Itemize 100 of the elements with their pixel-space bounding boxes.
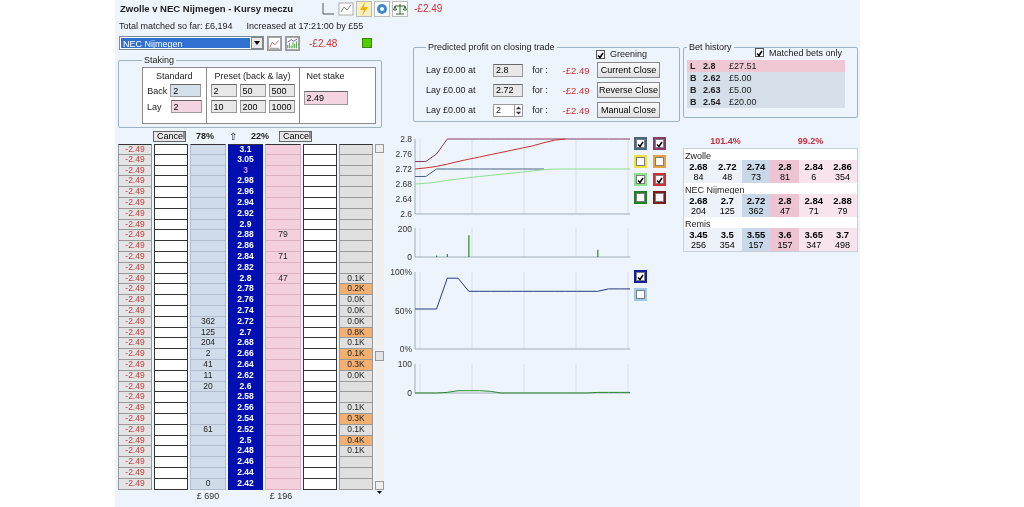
order-cell[interactable] <box>154 262 188 274</box>
odds-button[interactable]: 3.5 354 <box>712 228 742 251</box>
order-cell[interactable] <box>154 176 188 188</box>
odds-button[interactable]: 2.72 362 <box>741 194 771 217</box>
order-cell[interactable] <box>154 381 188 393</box>
order-cell[interactable] <box>154 305 188 317</box>
back-cell[interactable] <box>190 165 226 177</box>
bet-row[interactable]: B 2.54 £20.00 <box>687 96 845 108</box>
back-cell[interactable] <box>190 392 226 404</box>
back-cell[interactable] <box>190 187 226 198</box>
close-button[interactable]: Current Close <box>597 62 660 78</box>
lay-cell[interactable] <box>265 446 301 458</box>
order-cell[interactable] <box>303 370 337 382</box>
back-cell[interactable] <box>190 435 226 447</box>
back-cell[interactable]: 204 <box>190 338 226 350</box>
order-cell[interactable] <box>303 446 337 458</box>
lay-cell[interactable] <box>265 305 301 317</box>
back-cell[interactable] <box>190 446 226 458</box>
odds-button[interactable]: 2.8 81 <box>770 160 800 183</box>
preset-field[interactable]: 2 <box>210 84 237 97</box>
odds-button[interactable]: 3.6 157 <box>770 228 800 251</box>
order-cell[interactable] <box>154 467 188 479</box>
order-cell[interactable] <box>154 435 188 447</box>
series-toggle[interactable] <box>653 191 666 204</box>
settings-icon[interactable] <box>374 0 390 17</box>
back-cell[interactable] <box>190 273 226 285</box>
lay-cell[interactable] <box>265 187 301 198</box>
lay-cell[interactable] <box>265 403 301 414</box>
odds-button[interactable]: 2.86 354 <box>828 160 857 183</box>
order-cell[interactable] <box>303 316 337 328</box>
order-cell[interactable] <box>303 144 337 155</box>
order-cell[interactable] <box>154 208 188 220</box>
lay-cell[interactable] <box>265 370 301 382</box>
preset-field[interactable]: 1000 <box>268 100 295 113</box>
scales-icon[interactable] <box>392 0 408 17</box>
lay-cell[interactable] <box>265 457 301 468</box>
odds-button[interactable]: 2.7 125 <box>712 194 742 217</box>
back-cell[interactable] <box>190 413 226 425</box>
order-cell[interactable] <box>303 435 337 447</box>
order-cell[interactable] <box>154 295 188 306</box>
back-cell[interactable] <box>190 144 226 155</box>
close-button[interactable]: Manual Close <box>597 102 660 118</box>
lay-cell[interactable] <box>265 316 301 328</box>
order-cell[interactable] <box>303 241 337 252</box>
back-cell[interactable]: 2 <box>190 349 226 360</box>
series-toggle[interactable] <box>634 288 647 301</box>
lay-cell[interactable] <box>265 413 301 425</box>
series-toggle[interactable] <box>653 173 666 186</box>
back-stake-field[interactable]: 2 <box>170 84 202 97</box>
odds-button[interactable]: 3.45 256 <box>684 228 713 251</box>
order-cell[interactable] <box>303 273 337 285</box>
lay-cell[interactable] <box>265 262 301 274</box>
order-cell[interactable] <box>303 338 337 350</box>
preset-field[interactable]: 500 <box>268 84 295 97</box>
order-cell[interactable] <box>303 392 337 404</box>
bet-row[interactable]: B 2.63 £5.00 <box>687 84 845 96</box>
order-cell[interactable] <box>303 251 337 263</box>
back-cell[interactable]: 61 <box>190 424 226 436</box>
order-cell[interactable] <box>303 230 337 242</box>
price-field[interactable]: 2.8 <box>493 63 523 77</box>
lay-cell[interactable] <box>265 208 301 220</box>
order-cell[interactable] <box>154 478 188 490</box>
lay-cell[interactable] <box>265 219 301 231</box>
order-cell[interactable] <box>154 370 188 382</box>
lay-cell[interactable] <box>265 176 301 188</box>
order-cell[interactable] <box>303 349 337 360</box>
order-cell[interactable] <box>154 144 188 155</box>
order-cell[interactable] <box>154 198 188 209</box>
order-cell[interactable] <box>154 284 188 296</box>
lay-cell[interactable] <box>265 349 301 360</box>
series-toggle[interactable] <box>634 270 647 283</box>
back-cell[interactable] <box>190 241 226 252</box>
order-cell[interactable] <box>154 446 188 458</box>
back-cell[interactable] <box>190 230 226 242</box>
order-cell[interactable] <box>154 251 188 263</box>
series-toggle[interactable] <box>634 137 647 150</box>
back-cell[interactable] <box>190 403 226 414</box>
odds-button[interactable]: 2.72 48 <box>712 160 742 183</box>
series-toggle[interactable] <box>634 173 647 186</box>
order-cell[interactable] <box>154 241 188 252</box>
lay-cell[interactable] <box>265 198 301 209</box>
back-cell[interactable] <box>190 154 226 166</box>
runner-dropdown[interactable]: NEC Nijmegen <box>119 36 264 50</box>
order-cell[interactable] <box>303 208 337 220</box>
preset-field[interactable]: 50 <box>239 84 266 97</box>
order-cell[interactable] <box>154 154 188 166</box>
cancel-button[interactable]: Cancel <box>153 130 186 142</box>
net-stake-field[interactable]: 2.49 <box>303 91 348 105</box>
back-cell[interactable] <box>190 176 226 188</box>
order-cell[interactable] <box>154 413 188 425</box>
odds-button[interactable]: 3.7 498 <box>828 228 857 251</box>
lay-cell[interactable] <box>265 359 301 371</box>
order-cell[interactable] <box>154 424 188 436</box>
odds-button[interactable]: 2.84 71 <box>799 194 829 217</box>
back-cell[interactable] <box>190 305 226 317</box>
lay-cell[interactable] <box>265 478 301 490</box>
order-cell[interactable] <box>303 424 337 436</box>
series-toggle[interactable] <box>653 137 666 150</box>
order-cell[interactable] <box>154 403 188 414</box>
odds-button[interactable]: 2.74 73 <box>741 160 771 183</box>
